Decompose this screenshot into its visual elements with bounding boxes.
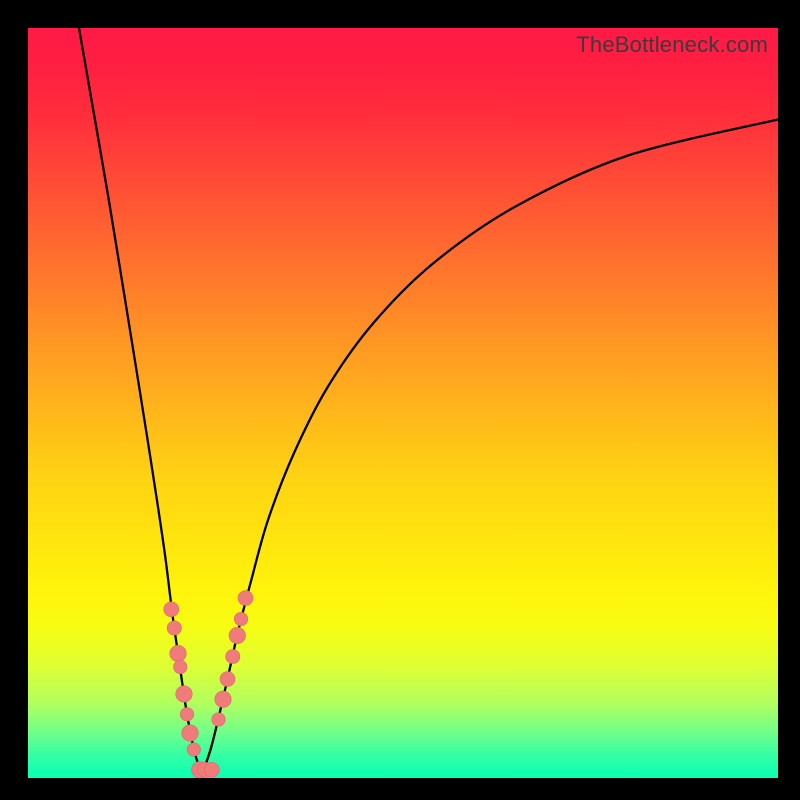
data-marker bbox=[204, 762, 219, 777]
data-marker bbox=[220, 672, 235, 687]
data-marker bbox=[170, 645, 187, 662]
data-marker bbox=[164, 602, 179, 617]
data-marker bbox=[229, 627, 246, 644]
data-marker bbox=[234, 612, 248, 626]
data-marker bbox=[238, 591, 253, 606]
data-marker bbox=[176, 686, 193, 703]
data-marker bbox=[180, 708, 194, 722]
data-marker bbox=[174, 660, 188, 674]
chart-overlay-svg bbox=[28, 28, 778, 778]
curve-right-arm bbox=[204, 120, 779, 771]
data-marker bbox=[226, 649, 240, 663]
data-marker bbox=[212, 713, 226, 727]
data-marker bbox=[182, 725, 199, 742]
plot-area: TheBottleneck.com bbox=[28, 28, 778, 778]
outer-frame: TheBottleneck.com bbox=[0, 0, 800, 800]
data-marker bbox=[215, 691, 232, 708]
markers-group bbox=[164, 591, 253, 779]
data-marker bbox=[187, 743, 201, 757]
data-marker bbox=[167, 621, 181, 635]
